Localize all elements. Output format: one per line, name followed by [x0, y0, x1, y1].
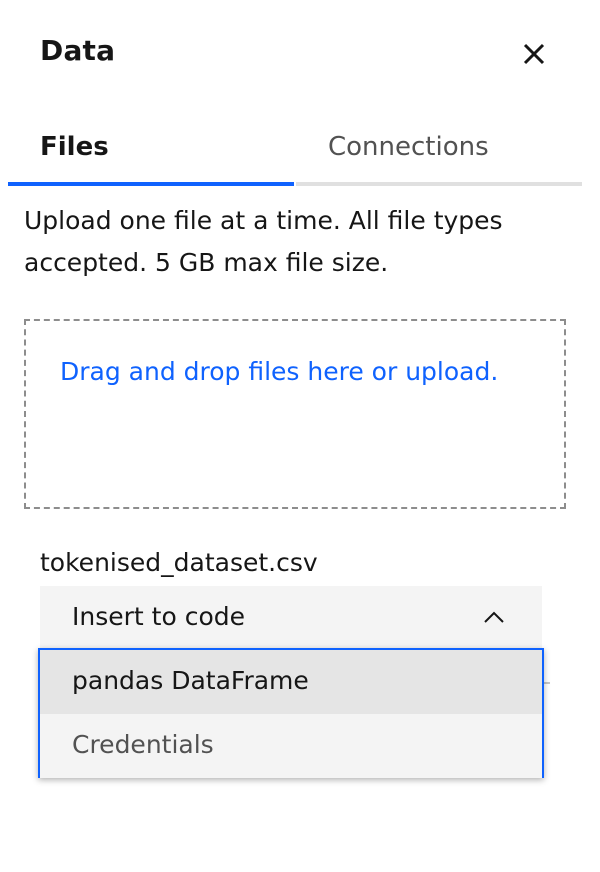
insert-to-code-label: Insert to code: [72, 602, 245, 631]
menu-item-credentials[interactable]: Credentials: [40, 714, 542, 778]
chevron-up-icon: [484, 611, 504, 623]
dropzone-upload-link[interactable]: Drag and drop files here or upload.: [60, 357, 498, 386]
upload-info-text: Upload one file at a time. All file type…: [24, 206, 503, 277]
tab-list: Files Connections: [8, 120, 582, 186]
tab-files[interactable]: Files: [8, 120, 294, 186]
tab-connections[interactable]: Connections: [296, 120, 582, 186]
insert-to-code-menu: pandas DataFrame Credentials: [38, 648, 544, 778]
tab-files-label: Files: [40, 132, 109, 162]
menu-item-label: pandas DataFrame: [72, 666, 309, 695]
panel-title: Data: [40, 34, 116, 67]
menu-item-pandas-dataframe[interactable]: pandas DataFrame: [40, 650, 542, 714]
file-dropzone[interactable]: Drag and drop files here or upload.: [24, 319, 566, 509]
tab-connections-label: Connections: [328, 132, 489, 162]
file-name: tokenised_dataset.csv: [40, 548, 318, 577]
insert-to-code-dropdown[interactable]: Insert to code: [40, 586, 542, 650]
close-icon: [523, 43, 545, 65]
close-button[interactable]: [516, 36, 552, 72]
data-panel: Data Files Connections Upload one file a…: [0, 0, 600, 872]
menu-item-label: Credentials: [72, 730, 214, 759]
